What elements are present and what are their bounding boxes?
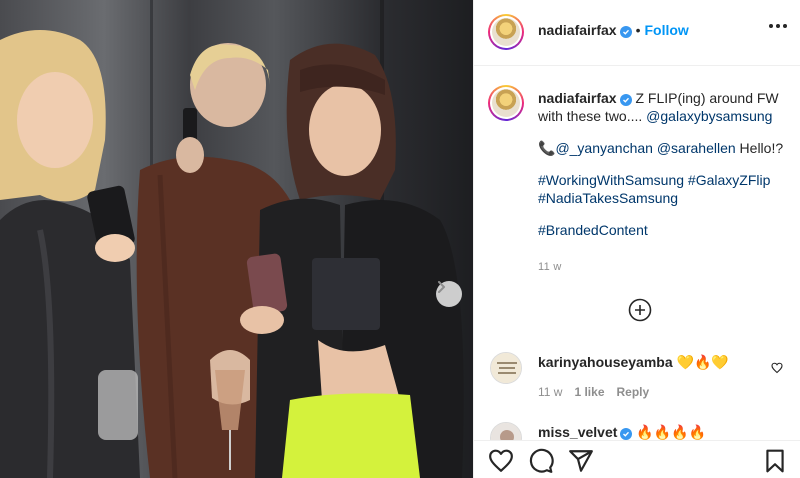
share-icon[interactable] — [568, 448, 594, 474]
caption-para-3: #WorkingWithSamsung #GalaxyZFlip #NadiaTa… — [538, 171, 788, 207]
author-row: nadiafairfax • Follow — [538, 22, 689, 38]
mention-link[interactable]: @galaxybysamsung — [646, 108, 772, 124]
action-bar — [474, 440, 800, 478]
post-image[interactable] — [0, 0, 473, 478]
comment-line: miss_velvet 🔥🔥🔥🔥 — [538, 424, 706, 441]
commenter-avatar[interactable] — [490, 352, 522, 384]
caption-avatar[interactable] — [488, 85, 524, 121]
hashtag-link[interactable]: #NadiaTakesSamsung — [538, 190, 678, 206]
chevron-right-icon — [438, 281, 445, 293]
hashtag-link[interactable]: #BrandedContent — [538, 222, 648, 238]
comment-meta: 11 w 1 like Reply — [538, 385, 661, 399]
verified-badge-icon — [619, 94, 632, 106]
author-username[interactable]: nadiafairfax — [538, 22, 617, 38]
comment-heart-icon[interactable] — [771, 362, 783, 374]
caption-para-2: 📞@_yanyanchan @sarahellen Hello!? — [538, 139, 788, 157]
caption-text-2: Hello!? — [735, 140, 784, 156]
caption-timestamp: 11 w — [538, 261, 562, 273]
post-sidebar: nadiafairfax • Follow nadiafairfax Z FLIP(… — [473, 0, 800, 478]
phone-emoji: 📞 — [538, 140, 556, 156]
verified-badge-icon — [620, 428, 633, 440]
load-more-comments-button[interactable] — [628, 298, 652, 322]
caption-para-1: nadiafairfax Z FLIP(ing) around FW with … — [538, 89, 788, 125]
next-photo-button[interactable] — [436, 281, 462, 307]
heart-icon[interactable] — [488, 448, 514, 474]
hashtag-link[interactable]: #WorkingWithSamsung — [538, 172, 684, 188]
post-header: nadiafairfax • Follow — [474, 0, 800, 66]
caption-text: nadiafairfax Z FLIP(ing) around FW with … — [538, 89, 788, 239]
post-photo-illustration — [0, 0, 464, 478]
follow-button[interactable]: Follow — [645, 22, 689, 38]
mention-link[interactable]: @_yanyanchan — [555, 140, 653, 156]
plus-circle-icon — [628, 298, 652, 322]
caption-username[interactable]: nadiafairfax — [538, 90, 617, 106]
commenter-username[interactable]: karinyahouseyamba — [538, 354, 673, 370]
bookmark-icon[interactable] — [762, 448, 788, 474]
caption-para-4: #BrandedContent — [538, 221, 788, 239]
comment-text: 🔥🔥🔥🔥 — [632, 424, 707, 440]
verified-badge-icon — [619, 26, 632, 38]
comment-icon[interactable] — [528, 448, 554, 474]
mention-link[interactable]: @sarahellen — [657, 140, 736, 156]
comment-likes[interactable]: 1 like — [574, 385, 604, 399]
comment-timestamp: 11 w — [538, 385, 563, 399]
ellipsis-icon[interactable] — [769, 24, 787, 28]
hashtag-link[interactable]: #GalaxyZFlip — [688, 172, 770, 188]
comment-text: 💛🔥💛 — [672, 354, 729, 370]
comment-line: karinyahouseyamba 💛🔥💛 — [538, 354, 729, 371]
author-avatar[interactable] — [488, 14, 524, 50]
reply-button[interactable]: Reply — [617, 385, 650, 399]
commenter-username[interactable]: miss_velvet — [538, 424, 617, 440]
separator: • — [635, 22, 641, 38]
